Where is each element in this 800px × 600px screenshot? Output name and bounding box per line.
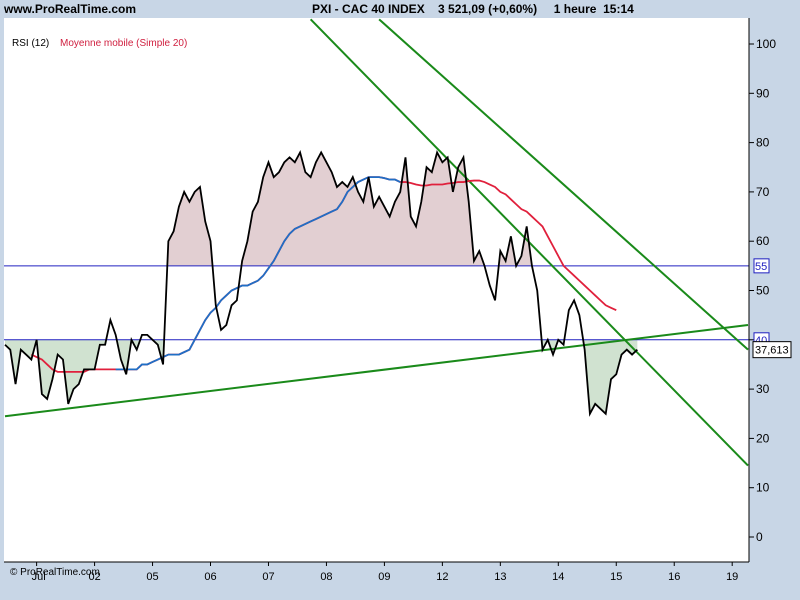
- oversold-fill: [5, 339, 37, 385]
- x-tick-label: 07: [262, 571, 274, 583]
- x-tick-label: 06: [204, 571, 216, 583]
- y-tick-label: 70: [756, 185, 770, 199]
- x-tick-label: 13: [494, 571, 506, 583]
- rsi-chart: 0102030405060708090100554037,613Jul02050…: [4, 18, 792, 583]
- y-tick-label: 30: [756, 382, 770, 396]
- x-tick-label: 12: [436, 571, 448, 583]
- x-tick-label: 19: [726, 571, 738, 583]
- last-value-label: 37,613: [755, 345, 789, 357]
- overbought-fill: [241, 152, 485, 266]
- x-tick-label: 09: [378, 571, 390, 583]
- y-tick-label: 10: [756, 481, 770, 495]
- x-tick-label: 15: [610, 571, 622, 583]
- y-tick-label: 50: [756, 284, 770, 298]
- x-tick-label: 16: [668, 571, 680, 583]
- y-tick-label: 80: [756, 136, 770, 150]
- x-tick-label: 08: [320, 571, 332, 583]
- y-tick-label: 60: [756, 234, 770, 248]
- level-label: 55: [755, 261, 767, 273]
- y-tick-label: 20: [756, 431, 770, 445]
- y-tick-label: 100: [756, 37, 776, 51]
- y-tick-label: 90: [756, 86, 770, 100]
- x-tick-label: 14: [552, 571, 564, 583]
- x-tick-label: Jul: [32, 571, 46, 583]
- x-tick-label: 02: [88, 571, 100, 583]
- x-tick-label: 05: [146, 571, 158, 583]
- y-tick-label: 0: [756, 530, 763, 544]
